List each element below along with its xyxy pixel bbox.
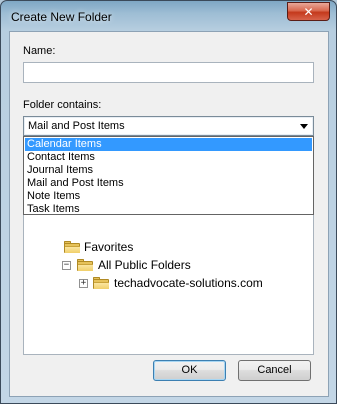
dropdown-option-note-items[interactable]: Note Items — [25, 190, 312, 203]
folder-contains-label: Folder contains: — [23, 99, 102, 111]
tree-item-techadvocate-solutions[interactable]: + techadvocate-solutions.com — [79, 274, 309, 292]
tree-item-all-public-folders[interactable]: − All Public Folders — [62, 256, 262, 274]
folder-icon — [77, 259, 93, 271]
name-input[interactable] — [23, 62, 314, 83]
tree-item-label: techadvocate-solutions.com — [114, 276, 263, 290]
title-bar[interactable]: Create New Folder ✕ — [1, 1, 336, 31]
expand-icon[interactable]: + — [79, 279, 88, 288]
close-icon: ✕ — [303, 4, 314, 19]
collapse-icon[interactable]: − — [62, 261, 71, 270]
folder-icon — [93, 277, 109, 289]
tree-item-label: All Public Folders — [98, 258, 191, 272]
dialog-body: Name: Folder contains: Mail and Post Ite… — [9, 31, 329, 397]
dropdown-option-mail-and-post-items[interactable]: Mail and Post Items — [25, 177, 312, 190]
dropdown-option-contact-items[interactable]: Contact Items — [25, 151, 312, 164]
folder-contains-dropdown-list[interactable]: Calendar Items Contact Items Journal Ite… — [23, 136, 314, 215]
ok-button[interactable]: OK — [153, 360, 226, 381]
folder-tree[interactable]: Favorites − All Public Folders + techadv… — [23, 192, 314, 355]
create-new-folder-dialog: Create New Folder ✕ Name: Folder contain… — [0, 0, 337, 404]
cancel-button[interactable]: Cancel — [238, 360, 311, 381]
folder-contains-value: Mail and Post Items — [28, 120, 125, 132]
dropdown-option-calendar-items[interactable]: Calendar Items — [25, 138, 312, 151]
dropdown-option-task-items[interactable]: Task Items — [25, 203, 312, 216]
tree-item-label: Favorites — [84, 240, 134, 254]
folder-contains-select[interactable]: Mail and Post Items — [23, 116, 314, 136]
dropdown-option-journal-items[interactable]: Journal Items — [25, 164, 312, 177]
dropdown-arrow-icon[interactable] — [300, 124, 308, 129]
close-button[interactable]: ✕ — [287, 2, 330, 21]
name-label: Name: — [23, 45, 56, 57]
dialog-title: Create New Folder — [11, 10, 112, 24]
folder-icon — [64, 241, 80, 253]
